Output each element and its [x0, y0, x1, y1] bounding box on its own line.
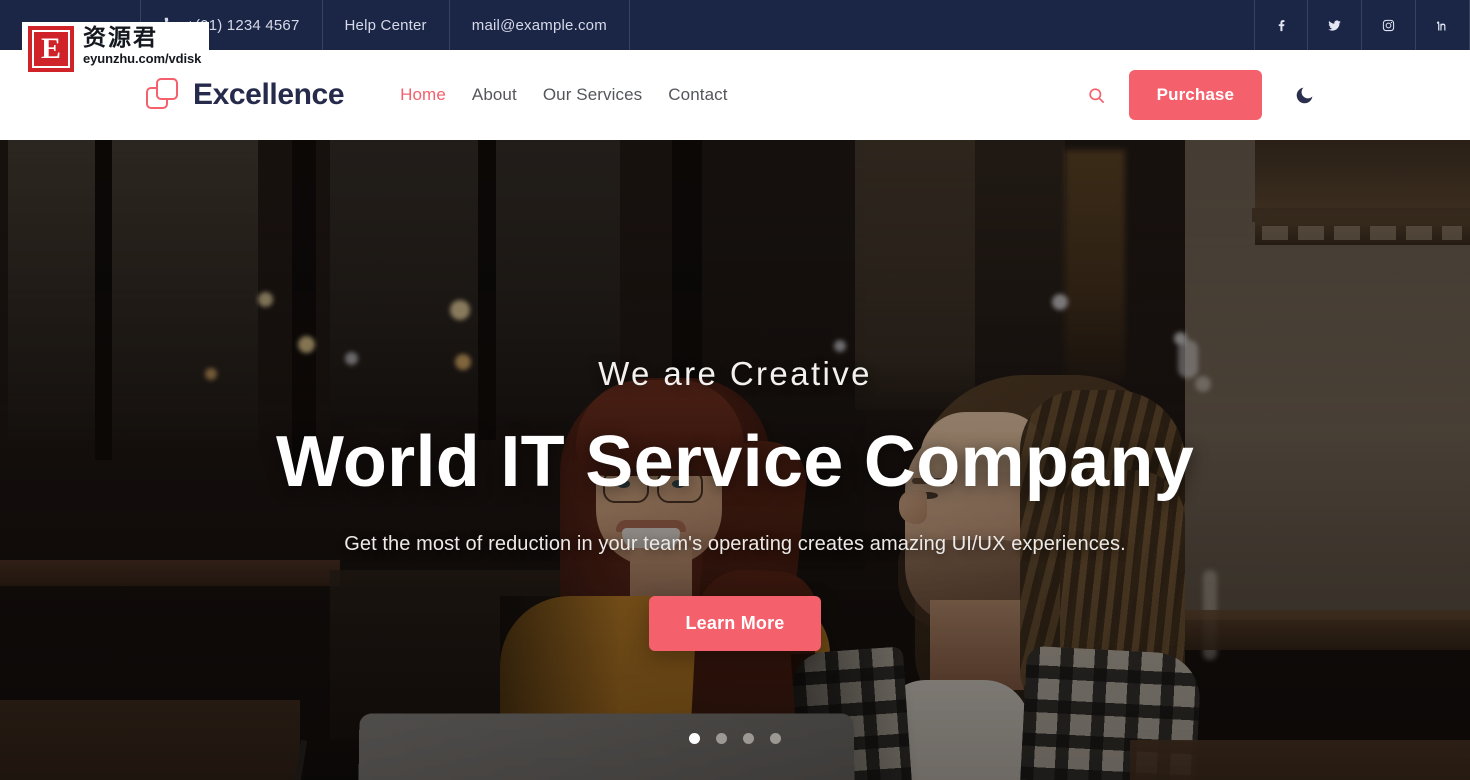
nav-link-contact[interactable]: Contact — [668, 85, 727, 105]
hero-slider:  We are Creative World IT Service Compa… — [0, 140, 1470, 780]
top-bar: +(01) 1234 4567 Help Center mail@example… — [0, 0, 1470, 50]
moon-icon[interactable] — [1284, 75, 1324, 115]
twitter-icon[interactable] — [1308, 0, 1362, 50]
brand-logo[interactable]: Excellence — [146, 78, 345, 112]
nav-link-home[interactable]: Home — [400, 85, 446, 105]
topbar-email[interactable]: mail@example.com — [450, 0, 630, 50]
brand-name: Excellence — [193, 78, 345, 111]
watermark-badge-letter: E — [32, 30, 70, 68]
watermark-overlay: E 资源君 eyunzhu.com/vdisk — [22, 22, 210, 77]
facebook-icon[interactable] — [1254, 0, 1308, 50]
nav-link-our-services[interactable]: Our Services — [543, 85, 642, 105]
topbar-help-center[interactable]: Help Center — [323, 0, 450, 50]
top-bar-social-group — [1254, 0, 1470, 50]
nav-links: Home About Our Services Contact — [400, 85, 727, 105]
learn-more-button[interactable]: Learn More — [649, 596, 821, 651]
stacked-squares-icon — [146, 78, 180, 112]
hero-content: We are Creative World IT Service Company… — [0, 140, 1470, 780]
page-root: +(01) 1234 4567 Help Center mail@example… — [0, 0, 1470, 780]
hero-eyebrow: We are Creative — [598, 355, 872, 392]
hero-title: World IT Service Company — [275, 422, 1195, 502]
search-icon[interactable] — [1077, 75, 1117, 115]
watermark-badge-icon: E — [28, 26, 74, 72]
main-navbar: Excellence Home About Our Services Conta… — [0, 50, 1470, 140]
slider-dots — [0, 733, 1470, 744]
slider-dot-1[interactable] — [689, 733, 700, 744]
purchase-button[interactable]: Purchase — [1128, 70, 1262, 120]
slider-dot-4[interactable] — [770, 733, 781, 744]
linkedin-icon[interactable] — [1416, 0, 1470, 50]
instagram-icon[interactable] — [1362, 0, 1416, 50]
navbar-actions: Purchase — [1077, 70, 1324, 120]
help-center-label: Help Center — [344, 16, 427, 34]
watermark-chinese-name: 资源君 — [83, 25, 158, 51]
nav-link-about[interactable]: About — [472, 85, 517, 105]
watermark-url: eyunzhu.com/vdisk — [83, 51, 202, 67]
slider-dot-3[interactable] — [743, 733, 754, 744]
slider-dot-2[interactable] — [716, 733, 727, 744]
hero-description: Get the most of reduction in your team's… — [344, 533, 1126, 555]
watermark-text: 资源君 eyunzhu.com/vdisk — [83, 26, 201, 66]
email-label: mail@example.com — [471, 16, 607, 34]
